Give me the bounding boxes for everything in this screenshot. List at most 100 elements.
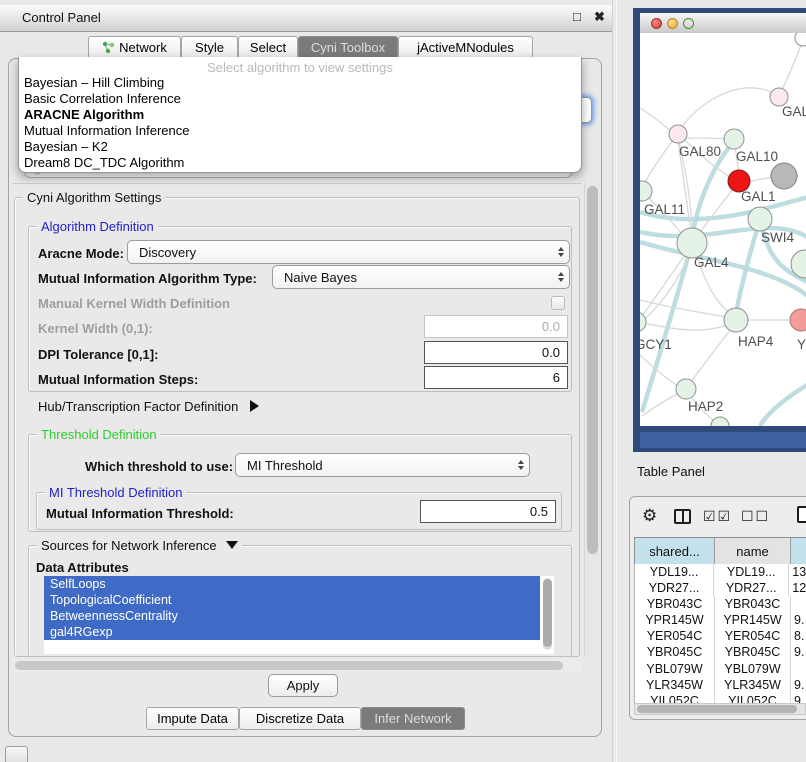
node-hap4[interactable] [724, 308, 748, 332]
cell[interactable]: YBR045C [715, 644, 791, 660]
tab-cyni-toolbox[interactable]: Cyni Toolbox [298, 36, 398, 59]
table-row[interactable]: YBR043CYBR043C [635, 596, 806, 612]
deselect-all-icon[interactable]: ☐☐ [741, 508, 770, 525]
list-item[interactable]: BetweennessCentrality [44, 608, 540, 624]
cell[interactable]: 9. [791, 644, 804, 660]
cell[interactable]: 9. [791, 612, 804, 628]
close-window-icon[interactable] [651, 18, 662, 29]
tab-discretize-data[interactable]: Discretize Data [239, 707, 361, 730]
cell[interactable]: YBR043C [635, 596, 715, 612]
settings-vertical-scrollbar[interactable] [584, 183, 599, 657]
kernel-width-field[interactable]: 0.0 [424, 315, 568, 338]
cell[interactable]: YPR145W [635, 612, 715, 628]
column-header-name[interactable]: name [715, 538, 791, 565]
cell[interactable]: 8. [791, 628, 804, 644]
select-all-icon[interactable]: ☑☑ [703, 508, 732, 525]
hub-definition-toggle[interactable]: Hub/Transcription Factor Definition [38, 399, 259, 414]
node-unnamed[interactable] [771, 163, 797, 189]
node-gal10[interactable] [724, 129, 744, 149]
node-hap2[interactable] [676, 379, 696, 399]
column-header-shared-name[interactable]: shared... [635, 538, 715, 565]
panel-splitter[interactable] [612, 0, 613, 762]
zoom-window-icon[interactable] [683, 18, 694, 29]
cell[interactable] [791, 661, 794, 677]
mi-threshold-field[interactable]: 0.5 [420, 500, 556, 523]
dpi-tolerance-field[interactable]: 0.0 [424, 341, 568, 364]
page-icon[interactable] [797, 506, 806, 523]
node[interactable] [795, 33, 806, 46]
node-swi4[interactable] [748, 207, 772, 231]
split-table-icon[interactable] [674, 509, 691, 524]
cell[interactable] [791, 596, 794, 612]
menu-item-mutual-information[interactable]: Mutual Information Inference [24, 123, 576, 139]
mi-type-select[interactable]: Naive Bayes [272, 265, 570, 289]
cell[interactable]: YBL079W [715, 661, 791, 677]
table-row[interactable]: YIL052CYIL052C9 [635, 693, 806, 703]
cell[interactable]: YBL079W [635, 661, 715, 677]
mi-steps-field[interactable]: 6 [424, 366, 568, 389]
cell[interactable]: YIL052C [635, 693, 715, 703]
list-scrollbar[interactable] [543, 578, 552, 650]
float-panel-icon[interactable]: □ [573, 9, 581, 24]
aracne-mode-select[interactable]: Discovery [127, 240, 570, 264]
scrollbar-thumb[interactable] [587, 186, 598, 554]
tab-jactivemnodules[interactable]: jActiveMNodules [398, 36, 533, 59]
table-horizontal-scrollbar[interactable] [634, 703, 806, 715]
menu-item-basic-correlation[interactable]: Basic Correlation Inference [24, 91, 576, 107]
apply-button[interactable]: Apply [268, 674, 338, 697]
tab-impute-data[interactable]: Impute Data [146, 707, 239, 730]
scrollbar-thumb[interactable] [15, 661, 563, 670]
tab-network[interactable]: Network [88, 36, 181, 59]
cell[interactable]: YBR043C [715, 596, 791, 612]
manual-kernel-checkbox[interactable] [551, 296, 565, 310]
cell[interactable]: YIL052C [715, 693, 791, 703]
cell[interactable]: YDL19... [714, 564, 789, 580]
table-row[interactable]: YBL079WYBL079W [635, 661, 806, 677]
cell[interactable]: YLR345W [635, 677, 715, 693]
node-gal80[interactable] [669, 125, 687, 143]
node-unnamed[interactable] [711, 417, 729, 426]
table-row[interactable]: YDL19...YDL19...13 [635, 564, 806, 580]
cell[interactable]: 9 [791, 693, 801, 703]
tab-select[interactable]: Select [238, 36, 298, 59]
list-item[interactable]: gal4RGexp [44, 624, 540, 640]
tab-infer-network[interactable]: Infer Network [361, 707, 465, 730]
minimize-window-icon[interactable] [667, 18, 678, 29]
network-window-titlebar[interactable] [640, 13, 806, 34]
cell[interactable]: 9. [791, 677, 804, 693]
gear-icon[interactable]: ⚙ [642, 506, 657, 526]
column-header-cut[interactable] [791, 538, 806, 565]
sources-toggle[interactable]: Sources for Network Inference [37, 538, 242, 553]
menu-item-dream8[interactable]: Dream8 DC_TDC Algorithm [24, 155, 576, 171]
minimized-panel-icon[interactable] [5, 746, 28, 762]
settings-horizontal-scrollbar[interactable] [12, 659, 582, 672]
node-gal11[interactable] [640, 181, 652, 201]
cell[interactable]: YER054C [715, 628, 791, 644]
cell[interactable]: YDR27... [635, 580, 714, 596]
cell[interactable]: YLR345W [715, 677, 791, 693]
menu-item-bayesian-k2[interactable]: Bayesian – K2 [24, 139, 576, 155]
network-canvas[interactable]: GAL GAL80 GAL10 GAL1 GAL11 SWI4 GAL4 GCY… [640, 33, 806, 426]
cell[interactable]: 13 [789, 564, 806, 580]
node-y[interactable] [790, 309, 806, 331]
scrollbar-thumb[interactable] [637, 705, 797, 713]
cell[interactable]: YBR045C [635, 644, 715, 660]
cell[interactable]: 12 [789, 580, 806, 596]
cell[interactable]: YER054C [635, 628, 715, 644]
node-gal4[interactable] [677, 228, 707, 258]
table-row[interactable]: YBR045CYBR045C9. [635, 644, 806, 660]
which-threshold-select[interactable]: MI Threshold [235, 453, 530, 477]
node-gcy1[interactable] [640, 312, 646, 332]
menu-item-bayesian-hill-climbing[interactable]: Bayesian – Hill Climbing [24, 75, 576, 91]
cell[interactable]: YDL19... [635, 564, 714, 580]
tab-style[interactable]: Style [181, 36, 238, 59]
cell[interactable]: YDR27... [714, 580, 789, 596]
list-item[interactable]: TopologicalCoefficient [44, 592, 540, 608]
table-row[interactable]: YLR345WYLR345W9. [635, 677, 806, 693]
list-item[interactable]: SelfLoops [44, 576, 540, 592]
table-row[interactable]: YPR145WYPR145W9. [635, 612, 806, 628]
table-row[interactable]: YER054CYER054C8. [635, 628, 806, 644]
cell[interactable]: YPR145W [715, 612, 791, 628]
table-row[interactable]: YDR27...YDR27...12 [635, 580, 806, 596]
close-panel-icon[interactable]: ✖ [594, 9, 605, 25]
